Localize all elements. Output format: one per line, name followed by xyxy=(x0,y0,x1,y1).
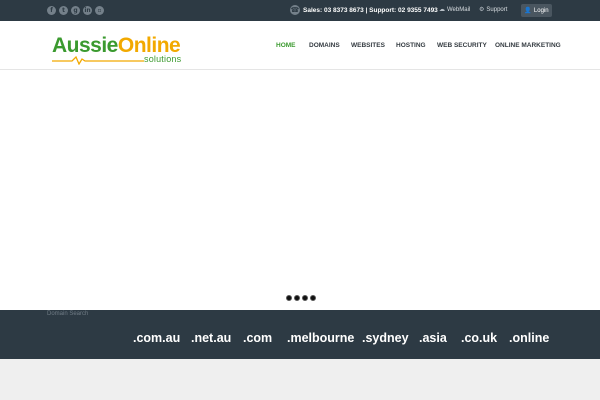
tld-item[interactable]: .sydney xyxy=(362,331,409,345)
logo-subtitle: solutions xyxy=(144,54,182,64)
slider-dot[interactable] xyxy=(286,295,292,301)
tld-item[interactable]: .com xyxy=(243,331,272,345)
facebook-icon[interactable]: f xyxy=(47,6,56,15)
support-icon: ⚙ xyxy=(479,6,485,13)
user-icon: 👤 xyxy=(524,6,532,14)
google-plus-icon[interactable]: g xyxy=(71,6,80,15)
domain-search-band: Domain Search .com.au .net.au .com .melb… xyxy=(0,310,600,359)
tld-item[interactable]: .online xyxy=(509,331,549,345)
nav-websites[interactable]: WEBSITES xyxy=(351,42,385,49)
nav-home[interactable]: HOME xyxy=(276,42,296,49)
tld-item[interactable]: .melbourne xyxy=(287,331,354,345)
slider-pagination xyxy=(286,295,316,301)
content-section xyxy=(0,359,600,400)
tld-item[interactable]: .net.au xyxy=(191,331,231,345)
webmail-link[interactable]: ☁ WebMail xyxy=(439,6,470,14)
nav-web-security[interactable]: WEB SECURITY xyxy=(437,42,487,49)
hero-slider xyxy=(0,70,600,310)
nav-hosting[interactable]: HOSTING xyxy=(396,42,426,49)
social-links: f t g in ▫ xyxy=(47,6,104,15)
slider-dot[interactable] xyxy=(302,295,308,301)
top-bar: f t g in ▫ ☎ Sales: 03 8373 8673 | Suppo… xyxy=(0,0,600,21)
nav-domains[interactable]: DOMAINS xyxy=(309,42,340,49)
contact-info: ☎ Sales: 03 8373 8673 | Support: 02 9355… xyxy=(290,5,438,15)
tld-item[interactable]: .asia xyxy=(419,331,447,345)
nav-online-marketing[interactable]: ONLINE MARKETING xyxy=(495,42,561,49)
domain-search-label: Domain Search xyxy=(47,311,89,317)
slider-dot[interactable] xyxy=(310,295,316,301)
slider-dot[interactable] xyxy=(294,295,300,301)
contact-phones: Sales: 03 8373 8673 | Support: 02 9355 7… xyxy=(303,6,438,14)
login-label: Login xyxy=(533,7,549,14)
logo-wave-graphic xyxy=(52,55,144,65)
support-label: Support xyxy=(486,7,508,13)
support-link[interactable]: ⚙ Support xyxy=(479,6,507,14)
flickr-icon[interactable]: ▫ xyxy=(95,6,104,15)
webmail-label: WebMail xyxy=(447,7,471,13)
cloud-icon: ☁ xyxy=(439,6,445,13)
twitter-icon[interactable]: t xyxy=(59,6,68,15)
site-logo[interactable]: AussieOnline solutions xyxy=(52,35,197,67)
login-button[interactable]: 👤 Login xyxy=(521,4,552,17)
tld-item[interactable]: .co.uk xyxy=(461,331,497,345)
tld-item[interactable]: .com.au xyxy=(133,331,180,345)
phone-icon: ☎ xyxy=(290,5,300,15)
linkedin-icon[interactable]: in xyxy=(83,6,92,15)
